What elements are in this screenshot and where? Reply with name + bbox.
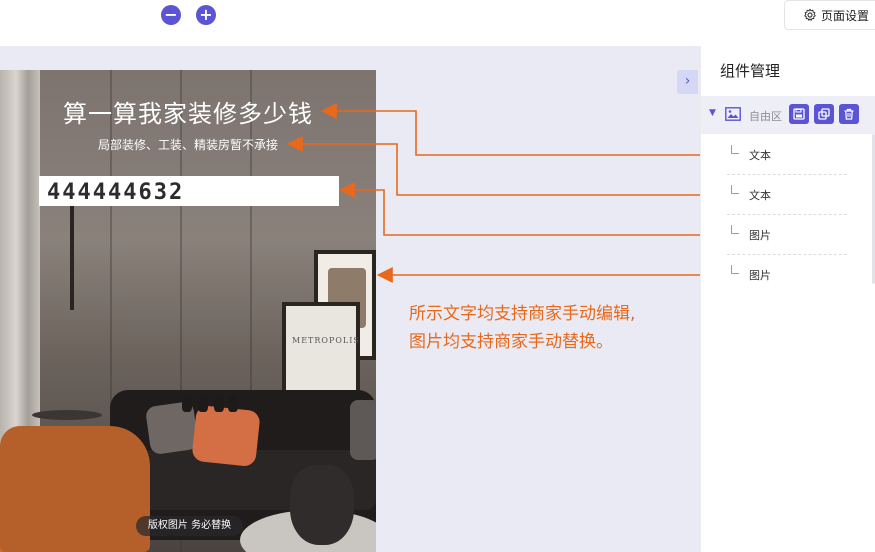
annotation-note: 所示文字均支持商家手动编辑, 图片均支持商家手动替换。	[409, 300, 635, 356]
child-label: 文本	[749, 189, 771, 202]
top-toolbar: − + 页面设置	[0, 0, 875, 46]
gear-icon	[804, 8, 816, 21]
tree-branch-icon	[731, 265, 739, 274]
number-banner-text: 444444632	[47, 180, 185, 205]
annotation-line: 所示文字均支持商家手动编辑,	[409, 304, 636, 324]
image-icon	[725, 107, 741, 121]
pillow	[350, 400, 376, 460]
component-group-row[interactable]: ▼ 自由区	[701, 96, 875, 134]
tree-branch-icon	[731, 185, 739, 194]
canvas-area: METROPOLIS 算一算我家装修多少钱 局部装修、工装、精装房暂不承接 44…	[0, 46, 700, 552]
component-child-image[interactable]: 图片	[727, 215, 847, 255]
component-child-text[interactable]: 文本	[727, 175, 847, 215]
child-label: 图片	[749, 229, 771, 242]
zoom-in-button[interactable]: +	[196, 5, 216, 25]
armchair	[0, 426, 150, 552]
bird-figurines	[182, 392, 242, 412]
tree-branch-icon	[731, 145, 739, 154]
number-banner-image[interactable]: 444444632	[39, 176, 339, 206]
chevron-right-icon: ›	[684, 73, 691, 89]
collapse-panel-button[interactable]: ›	[677, 70, 698, 94]
floor-lamp	[70, 190, 74, 310]
side-table	[32, 410, 102, 420]
copyright-badge: 版权图片 务必替换	[136, 516, 243, 536]
delete-button[interactable]	[839, 104, 859, 124]
frame-text: METROPOLIS	[292, 336, 360, 345]
child-label: 图片	[749, 269, 771, 282]
caret-down-icon[interactable]: ▼	[709, 108, 716, 118]
poster-subtitle[interactable]: 局部装修、工装、精装房暂不承接	[0, 136, 376, 153]
save-button[interactable]	[789, 104, 809, 124]
save-icon	[793, 108, 805, 120]
copy-icon	[818, 108, 830, 120]
trash-icon	[844, 108, 854, 120]
panel-title: 组件管理	[720, 62, 781, 80]
zoom-out-button[interactable]: −	[161, 5, 181, 25]
page-settings-label: 页面设置	[821, 8, 870, 23]
group-label: 自由区	[749, 110, 782, 123]
component-child-text[interactable]: 文本	[727, 135, 847, 175]
poster-title[interactable]: 算一算我家装修多少钱	[0, 94, 376, 129]
sculpture	[290, 465, 354, 545]
pillow	[191, 404, 261, 468]
component-panel: 组件管理 ▼ 自由区 文本 文本 图片 图片	[700, 46, 875, 552]
child-label: 文本	[749, 149, 771, 162]
page-settings-button[interactable]: 页面设置	[784, 0, 875, 30]
tree-branch-icon	[731, 225, 739, 234]
component-child-image[interactable]: 图片	[727, 255, 847, 295]
poster-image[interactable]: METROPOLIS 算一算我家装修多少钱 局部装修、工装、精装房暂不承接 44…	[0, 70, 376, 552]
annotation-line: 图片均支持商家手动替换。	[409, 332, 613, 352]
copy-button[interactable]	[814, 104, 834, 124]
